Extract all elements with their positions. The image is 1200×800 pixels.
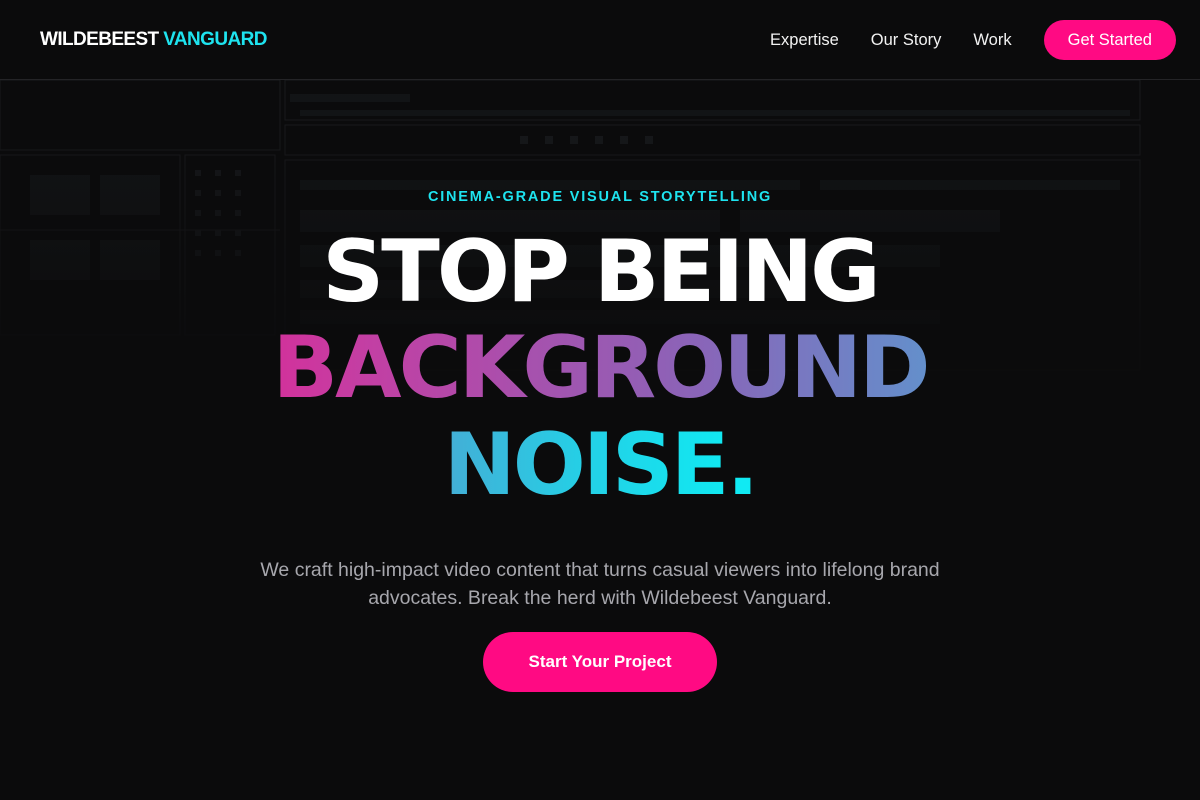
site-header: WILDEBEEST VANGUARD Expertise Our Story …: [0, 0, 1200, 80]
headline-line-3: NOISE.: [0, 417, 1200, 513]
brand-logo[interactable]: WILDEBEEST VANGUARD: [40, 29, 267, 51]
logo-accent-text: VANGUARD: [163, 29, 267, 50]
hero-eyebrow: CINEMA-GRADE VISUAL STORYTELLING: [427, 189, 773, 205]
nav-link-expertise[interactable]: Expertise: [770, 31, 839, 50]
logo-primary-text: WILDEBEEST: [40, 29, 159, 50]
start-your-project-button[interactable]: Start Your Project: [483, 632, 717, 692]
landing-page: WILDEBEEST VANGUARD Expertise Our Story …: [0, 0, 1200, 800]
headline-line-2: BACKGROUND: [0, 320, 1200, 416]
nav-link-work[interactable]: Work: [973, 31, 1011, 50]
headline-line-3-word: NOISE: [443, 415, 730, 515]
hero-subtext: We craft high-impact video content that …: [260, 558, 940, 609]
nav-link-our-story[interactable]: Our Story: [871, 31, 942, 50]
headline-period: .: [726, 415, 760, 515]
headline-line-1: STOP BEING: [322, 222, 881, 322]
main-nav: Expertise Our Story Work Get Started: [770, 20, 1176, 60]
get-started-button[interactable]: Get Started: [1043, 20, 1176, 60]
